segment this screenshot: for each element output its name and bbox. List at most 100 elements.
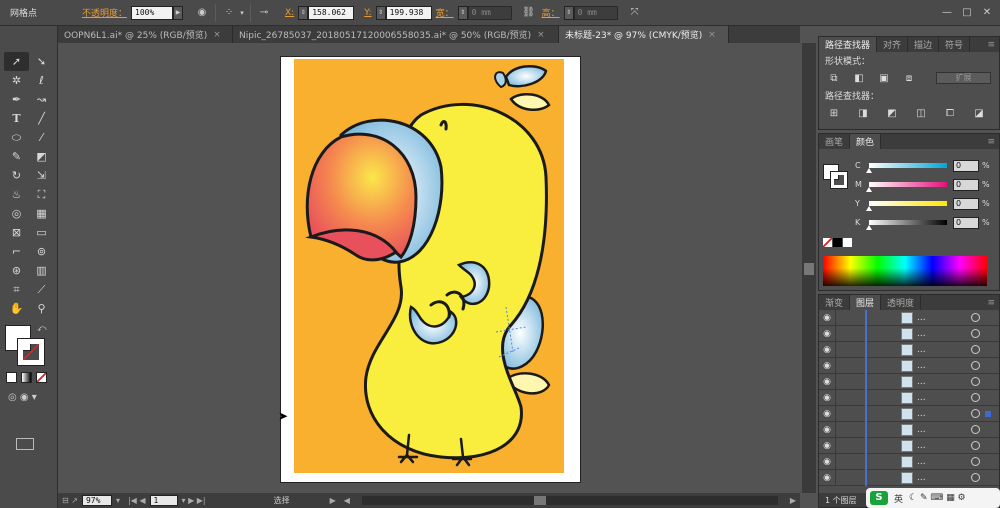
gradient-icon[interactable]: [21, 372, 32, 383]
intersect-icon[interactable]: ▣: [877, 72, 891, 84]
black-value[interactable]: 0: [953, 216, 979, 229]
zoom-input[interactable]: 97%: [81, 495, 112, 506]
selection-indicator[interactable]: [985, 410, 991, 417]
target-circle-icon[interactable]: [971, 377, 980, 386]
pencil-tool-icon[interactable]: ✎: [4, 147, 29, 166]
layer-name[interactable]: ...: [917, 329, 957, 339]
cyan-value[interactable]: 0: [953, 159, 979, 172]
curvature-tool-icon[interactable]: ↝: [29, 90, 54, 109]
x-stepper-icon[interactable]: ⇕: [298, 5, 309, 20]
layer-name[interactable]: ...: [917, 409, 957, 419]
layer-row[interactable]: ◉...: [819, 469, 999, 486]
lock-toggle[interactable]: [835, 437, 851, 454]
page-input[interactable]: 1: [149, 495, 178, 506]
layer-row[interactable]: ◉...: [819, 357, 999, 374]
none-swatch[interactable]: [823, 238, 832, 247]
color-spectrum[interactable]: [823, 256, 987, 286]
lock-toggle[interactable]: [835, 469, 851, 486]
mesh-tool-icon[interactable]: ⊠: [4, 223, 29, 242]
rotate-tool-icon[interactable]: ↻: [4, 166, 29, 185]
perspective-grid-tool-icon[interactable]: ▦: [29, 204, 54, 223]
layer-name[interactable]: ...: [917, 361, 957, 371]
tab-pathfinder[interactable]: 路径查找器: [819, 37, 878, 52]
target-circle-icon[interactable]: [971, 313, 980, 322]
y-stepper-icon[interactable]: ⇕: [375, 5, 386, 20]
white-swatch[interactable]: [843, 238, 852, 247]
maximize-icon[interactable]: □: [958, 4, 976, 22]
target-circle-icon[interactable]: [971, 473, 980, 482]
transform-icon[interactable]: ⤧: [626, 4, 644, 22]
tab-document-1[interactable]: OOPN6L1.ai* @ 25% (RGB/预览) ×: [58, 26, 233, 43]
line-tool-icon[interactable]: ╱: [29, 109, 54, 128]
tab-color[interactable]: 颜色: [850, 134, 882, 149]
tab-layers[interactable]: 图层: [850, 295, 882, 310]
divide-icon[interactable]: ⊞: [827, 107, 841, 119]
slice-tool-icon[interactable]: ⟋: [29, 280, 54, 299]
tab-stroke[interactable]: 描边: [908, 37, 940, 52]
target-circle-icon[interactable]: [971, 329, 980, 338]
visibility-eye-icon[interactable]: ◉: [819, 441, 835, 451]
screen-mode-icon[interactable]: [16, 438, 34, 450]
target-circle-icon[interactable]: [971, 361, 980, 370]
magic-wand-tool-icon[interactable]: ✲: [4, 71, 29, 90]
horizontal-scrollbar[interactable]: [361, 496, 778, 505]
layer-row[interactable]: ◉...: [819, 373, 999, 390]
eraser-tool-icon[interactable]: ◩: [29, 147, 54, 166]
layer-name[interactable]: ...: [917, 313, 957, 323]
minus-back-icon[interactable]: ◪: [972, 107, 986, 119]
visibility-eye-icon[interactable]: ◉: [819, 377, 835, 387]
magenta-slider[interactable]: [866, 182, 947, 192]
opacity-dropdown-icon[interactable]: ▶: [173, 5, 184, 20]
unite-icon[interactable]: ⧉: [827, 72, 841, 84]
direct-selection-tool-icon[interactable]: ➘: [29, 52, 54, 71]
lasso-tool-icon[interactable]: ℓ: [29, 71, 54, 90]
lock-toggle[interactable]: [835, 389, 851, 406]
lock-toggle[interactable]: [835, 309, 851, 326]
lock-toggle[interactable]: [835, 341, 851, 358]
symbol-sprayer-tool-icon[interactable]: ⊛: [4, 261, 29, 280]
visibility-eye-icon[interactable]: ◉: [819, 473, 835, 483]
shape-builder-tool-icon[interactable]: ◎: [4, 204, 29, 223]
anchor-convert-icon[interactable]: ⊸: [255, 4, 273, 22]
tab-brushes[interactable]: 画笔: [819, 134, 851, 149]
free-transform-tool-icon[interactable]: ⛶: [29, 185, 54, 204]
lock-toggle[interactable]: [835, 325, 851, 342]
visibility-eye-icon[interactable]: ◉: [819, 345, 835, 355]
black-swatch[interactable]: [833, 238, 842, 247]
tab-close-icon[interactable]: ×: [708, 30, 716, 40]
lock-toggle[interactable]: [835, 405, 851, 422]
none-icon[interactable]: [36, 372, 47, 383]
zoom-dropdown-icon[interactable]: ▾: [112, 496, 124, 505]
opacity-label[interactable]: 不透明度：: [78, 6, 131, 19]
tab-align[interactable]: 对齐: [877, 37, 909, 52]
black-slider[interactable]: [866, 220, 947, 230]
layer-row[interactable]: ◉...: [819, 309, 999, 326]
panel-menu-icon[interactable]: ≡: [983, 37, 999, 52]
lock-toggle[interactable]: [835, 357, 851, 374]
layer-name[interactable]: ...: [917, 425, 957, 435]
width-label[interactable]: 宽：: [432, 6, 458, 19]
y-input[interactable]: 199.938: [385, 5, 432, 20]
paintbrush-tool-icon[interactable]: ⁄: [29, 128, 54, 147]
exclude-icon[interactable]: ⧈: [902, 72, 916, 84]
target-circle-icon[interactable]: [971, 425, 980, 434]
ime-logo[interactable]: S: [870, 491, 888, 505]
tab-close-icon[interactable]: ×: [213, 30, 221, 40]
layer-name[interactable]: ...: [917, 473, 957, 483]
width-stepper-icon[interactable]: ⇕: [457, 5, 468, 20]
pen-tool-icon[interactable]: ✒: [4, 90, 29, 109]
lock-toggle[interactable]: [835, 453, 851, 470]
blend-tool-icon[interactable]: ⊚: [29, 242, 54, 261]
type-tool-icon[interactable]: T: [4, 109, 29, 128]
tab-gradient[interactable]: 渐变: [819, 295, 851, 310]
warp-tool-icon[interactable]: ♨: [4, 185, 29, 204]
chevron-down-icon[interactable]: ▾: [238, 4, 246, 22]
y-label[interactable]: Y:: [360, 8, 375, 18]
layer-name[interactable]: ...: [917, 377, 957, 387]
layer-row[interactable]: ◉...: [819, 437, 999, 454]
tab-document-2[interactable]: Nipic_26785037_20180517120006558035.ai* …: [233, 26, 559, 43]
visibility-eye-icon[interactable]: ◉: [819, 393, 835, 403]
tab-close-icon[interactable]: ×: [537, 30, 545, 40]
outline-icon[interactable]: ⧠: [943, 107, 957, 119]
trim-icon[interactable]: ◨: [856, 107, 870, 119]
